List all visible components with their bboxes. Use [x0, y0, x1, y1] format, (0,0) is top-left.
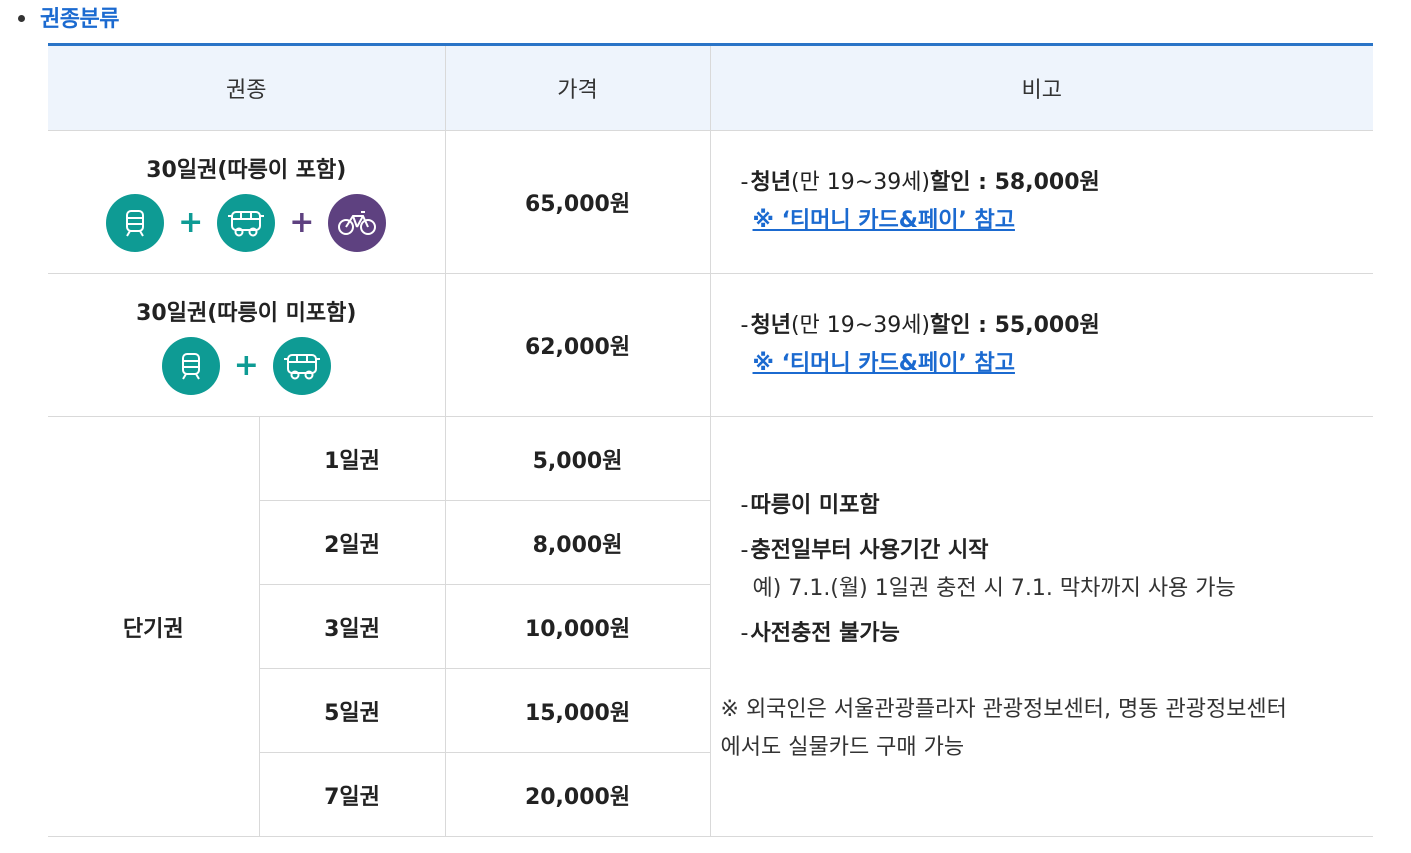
header-price: 가격 — [444, 44, 711, 131]
tmoney-link[interactable]: ※ ‘티머니 카드&페이’ 참고 — [741, 351, 1015, 376]
ticket-name: 2일권 — [259, 500, 446, 585]
note-cell: -청년(만 19~39세)할인 : 58,000원 ※ ‘티머니 카드&페이’ … — [709, 130, 1374, 274]
price-cell: 10,000원 — [444, 584, 711, 669]
ticket-cell: 30일권(따릉이 미포함) + — [48, 273, 446, 417]
table-row: 30일권(따릉이 포함) + + 65,000원 -청년(만 19~39세)할인… — [48, 130, 1374, 274]
price-cell: 15,000원 — [444, 668, 711, 753]
tmoney-link[interactable]: ※ ‘티머니 카드&페이’ 참고 — [741, 208, 1015, 233]
ticket-name: 7일권 — [259, 752, 446, 837]
table-row: 30일권(따릉이 미포함) + 62,000원 -청년(만 19~39세)할인 … — [48, 273, 1374, 417]
bullet-icon — [18, 14, 25, 22]
plus-icon: + — [178, 205, 204, 240]
subway-icon — [161, 337, 220, 395]
note-example: 예) 7.1.(월) 1일권 충전 시 7.1. 막차까지 사용 가능 — [752, 575, 1236, 601]
header-type: 권종 — [48, 44, 446, 131]
youth-discount-note: -청년(만 19~39세)할인 : 55,000원 — [740, 313, 1100, 338]
note-no-precharge: -사전충전 불가능 — [740, 620, 900, 646]
note-start: -충전일부터 사용기간 시작 — [740, 537, 989, 563]
ticket-name: 1일권 — [258, 416, 446, 501]
price-cell: 20,000원 — [444, 752, 711, 837]
bus-icon — [217, 194, 276, 252]
ticket-name: 5일권 — [259, 668, 446, 753]
bicycle-icon — [328, 194, 387, 252]
subway-icon — [106, 194, 165, 252]
table-row: 단기권 1일권 5,000원 -따릉이 미포함 -충전일부터 사용기간 시작 예… — [48, 416, 1374, 837]
plus-icon: + — [289, 205, 315, 240]
ticket-cell: 30일권(따릉이 포함) + + — [48, 130, 446, 274]
section-title: 권종분류 — [40, 7, 119, 32]
table-header-row: 권종 가격 비고 — [48, 44, 1374, 131]
note-cell: -청년(만 19~39세)할인 : 55,000원 ※ ‘티머니 카드&페이’ … — [709, 273, 1374, 417]
price-cell: 62,000원 — [444, 273, 711, 417]
foreigner-note: ※ 외국인은 서울관광플라자 관광정보센터, 명동 관광정보센터 — [720, 696, 1287, 722]
short-term-label: 단기권 — [48, 416, 260, 837]
price-cell: 65,000원 — [444, 130, 711, 274]
ticket-table: 권종 가격 비고 30일권(따릉이 포함) + + 65,000원 -청년(만 … — [48, 43, 1374, 837]
price-cell: 8,000원 — [444, 500, 711, 585]
plus-icon: + — [233, 348, 259, 383]
youth-discount-note: -청년(만 19~39세)할인 : 58,000원 — [740, 170, 1100, 195]
transport-icons: + + — [48, 194, 445, 252]
transport-icons: + — [48, 337, 445, 395]
short-term-notes: -따릉이 미포함 -충전일부터 사용기간 시작 예) 7.1.(월) 1일권 충… — [709, 416, 1374, 837]
foreigner-note-cont: 에서도 실물카드 구매 가능 — [720, 734, 965, 760]
header-note: 비고 — [709, 44, 1374, 131]
ticket-name: 30일권(따릉이 포함) — [146, 158, 347, 183]
note-no-bike: -따릉이 미포함 — [740, 492, 880, 518]
bus-icon — [272, 337, 331, 395]
section-header: 권종분류 — [18, 0, 119, 34]
price-cell: 5,000원 — [444, 416, 711, 501]
ticket-name: 30일권(따릉이 미포함) — [136, 301, 357, 326]
ticket-name: 3일권 — [259, 584, 446, 669]
